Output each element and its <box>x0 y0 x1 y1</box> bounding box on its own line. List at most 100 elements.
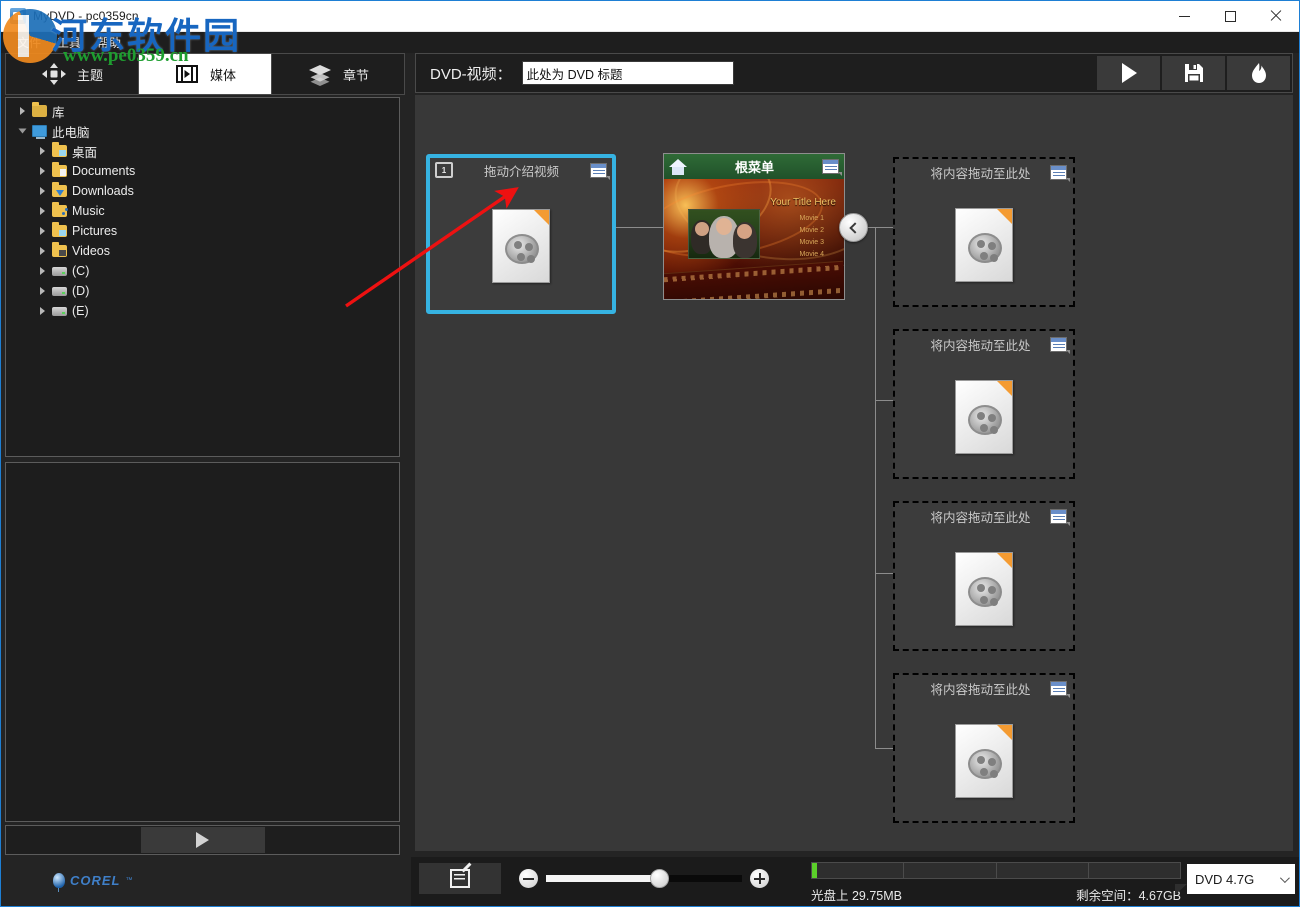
preview-playbar <box>5 825 400 855</box>
status-bar: 光盘上 29.75MB 剩余空间：4.67GB DVD 4.7G <box>411 857 1299 906</box>
capacity-labels: 光盘上 29.75MB 剩余空间：4.67GB <box>811 885 1181 904</box>
connector-intro-to-root <box>616 227 663 228</box>
burn-button[interactable] <box>1227 56 1290 90</box>
expand-arrow-icon[interactable] <box>34 207 50 215</box>
zoom-slider-track[interactable] <box>546 875 742 882</box>
tab-chapters[interactable]: 章节 <box>272 54 404 94</box>
menu-thumb-title: Your Title Here <box>770 197 836 208</box>
pictures-folder-icon <box>50 225 68 237</box>
capacity-segment <box>904 863 996 878</box>
zoom-slider-group <box>519 869 769 888</box>
corel-wordmark: COREL <box>70 873 121 888</box>
expand-arrow-icon[interactable] <box>34 247 50 255</box>
tree-item-pictures[interactable]: Pictures <box>6 221 399 241</box>
dropzone-title: 将内容拖动至此处 <box>901 335 1050 354</box>
zoom-slider-knob[interactable] <box>650 869 669 888</box>
maximize-button[interactable] <box>1207 1 1253 32</box>
expand-arrow-icon[interactable] <box>34 167 50 175</box>
expand-arrow-icon[interactable] <box>34 227 50 235</box>
drive-icon <box>50 307 68 316</box>
connector-branch-3 <box>875 573 895 574</box>
floppy-disk-icon <box>1184 63 1204 83</box>
play-icon <box>1119 62 1139 84</box>
menu-tools[interactable]: 工具 <box>49 32 89 53</box>
menu-file[interactable]: 文件 <box>9 32 49 53</box>
menu-thumb-items: Movie 1 Movie 2 Movie 3 Movie 4 <box>799 215 824 258</box>
intro-video-card[interactable]: 1 拖动介绍视频 <box>426 154 616 314</box>
tree-item-downloads[interactable]: Downloads <box>6 181 399 201</box>
expand-arrow-icon[interactable] <box>34 267 50 275</box>
capacity-segment <box>1089 863 1180 878</box>
connector-vertical-trunk <box>875 227 876 748</box>
dropzone-body[interactable] <box>895 701 1073 821</box>
desktop-folder-icon <box>50 145 68 157</box>
menu-list-icon[interactable] <box>822 159 839 174</box>
dropzone-title: 将内容拖动至此处 <box>901 163 1050 182</box>
tree-item-music[interactable]: Music <box>6 201 399 221</box>
minimize-button[interactable] <box>1161 1 1207 32</box>
expand-arrow-icon[interactable] <box>34 287 50 295</box>
media-tree-panel[interactable]: 库 此电脑 桌面 Documents Downloads Music <box>5 97 400 457</box>
preview-play-button[interactable] <box>141 827 265 853</box>
corel-balloon-icon <box>53 873 65 888</box>
zoom-out-button[interactable] <box>519 869 538 888</box>
tree-item-desktop[interactable]: 桌面 <box>6 141 399 161</box>
tree-item-videos[interactable]: Videos <box>6 241 399 261</box>
videos-folder-icon <box>50 245 68 257</box>
expand-arrow-icon[interactable] <box>34 307 50 315</box>
menu-list-icon[interactable] <box>1050 165 1067 180</box>
disc-type-dropdown[interactable]: DVD 4.7G <box>1187 864 1295 894</box>
trademark-symbol: ™ <box>126 877 133 884</box>
tree-item-library[interactable]: 库 <box>6 101 399 121</box>
collapse-arrow-icon[interactable] <box>14 127 30 135</box>
tab-media[interactable]: 媒体 <box>139 54 272 94</box>
zoom-in-button[interactable] <box>750 869 769 888</box>
disc-used-label: 光盘上 29.75MB <box>811 885 902 904</box>
expand-arrow-icon[interactable] <box>34 187 50 195</box>
dropzone-body[interactable] <box>895 357 1073 477</box>
expand-arrow-icon[interactable] <box>34 147 50 155</box>
back-navigation-button[interactable] <box>839 213 868 242</box>
downloads-folder-icon <box>50 185 68 197</box>
menu-list-icon[interactable] <box>1050 509 1067 524</box>
expand-arrow-icon[interactable] <box>14 107 30 115</box>
library-folder-icon <box>30 105 48 117</box>
close-button[interactable] <box>1253 1 1299 32</box>
tree-item-drive-e[interactable]: (E) <box>6 301 399 321</box>
drive-icon <box>50 287 68 296</box>
disc-select-notch <box>1175 884 1187 895</box>
dropzone-body[interactable] <box>895 529 1073 649</box>
connector-branch-2 <box>875 400 895 401</box>
tab-theme[interactable]: 主题 <box>6 54 139 94</box>
preview-panel <box>5 462 400 822</box>
tree-item-drive-d[interactable]: (D) <box>6 281 399 301</box>
menu-list-icon[interactable] <box>1050 681 1067 696</box>
disc-document-icon <box>955 552 1013 626</box>
menu-canvas[interactable]: 1 拖动介绍视频 根菜单 <box>415 95 1293 851</box>
dropzone-3[interactable]: 将内容拖动至此处 <box>893 501 1075 651</box>
dropzone-2[interactable]: 将内容拖动至此处 <box>893 329 1075 479</box>
dropzone-4[interactable]: 将内容拖动至此处 <box>893 673 1075 823</box>
root-menu-thumbnail[interactable]: Your Title Here Movie 1 Movie 2 Movie 3 … <box>664 179 844 299</box>
home-icon <box>669 159 687 175</box>
root-menu-card[interactable]: 根菜单 Your Title Here Movie 1 Movie 2 Movi… <box>663 153 845 300</box>
edit-menu-button[interactable] <box>419 863 501 894</box>
toolbar-buttons <box>1095 56 1290 90</box>
tree-item-documents[interactable]: Documents <box>6 161 399 181</box>
preview-button[interactable] <box>1097 56 1160 90</box>
dropzone-body[interactable] <box>895 185 1073 305</box>
tree-item-this-pc[interactable]: 此电脑 <box>6 121 399 141</box>
menu-list-icon[interactable] <box>590 163 607 178</box>
tree-item-label: 库 <box>52 102 65 121</box>
tree-item-drive-c[interactable]: (C) <box>6 261 399 281</box>
intro-card-body[interactable] <box>430 182 612 310</box>
menu-bar: 文件 工具 帮助 <box>1 32 1299 53</box>
disc-document-icon <box>492 209 550 283</box>
dropzone-1[interactable]: 将内容拖动至此处 <box>893 157 1075 307</box>
save-button[interactable] <box>1162 56 1225 90</box>
dvd-title-input[interactable] <box>522 61 734 85</box>
music-folder-icon <box>50 205 68 217</box>
menu-help[interactable]: 帮助 <box>89 32 129 53</box>
menu-list-icon[interactable] <box>1050 337 1067 352</box>
window-controls <box>1161 1 1299 32</box>
